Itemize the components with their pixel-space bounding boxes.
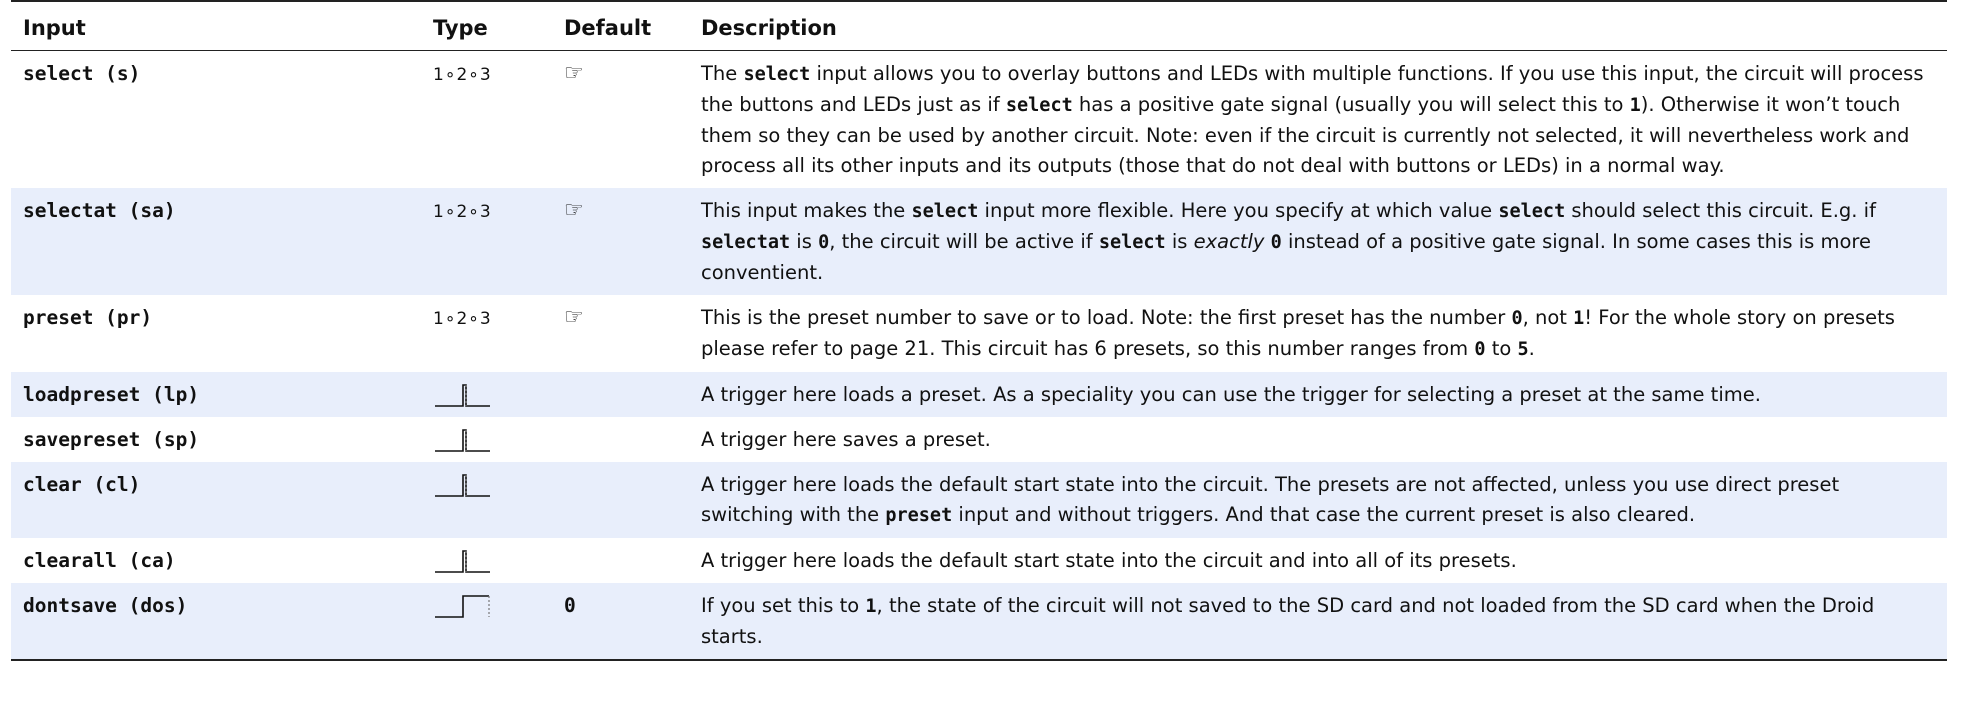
type-cell: [421, 583, 552, 661]
table-row: select (s) 1∘2∘3 ☞ The select input allows …: [11, 51, 1947, 189]
table-row: clearall (ca) A trigger here loads the de…: [11, 538, 1947, 583]
table-body: select (s) 1∘2∘3 ☞ The select input allows …: [11, 51, 1947, 661]
header-type: Type: [421, 0, 552, 51]
inline-code: selectat: [701, 232, 791, 253]
type-cell: 1∘2∘3: [421, 295, 552, 372]
input-name: savepreset (sp): [23, 428, 200, 451]
trigger-icon: [435, 474, 490, 497]
description-text: If you set this to 1, the state of the c…: [689, 583, 1947, 661]
default-cell: 0: [552, 583, 689, 661]
description-text: A trigger here saves a preset.: [701, 428, 991, 451]
input-name: clear (cl): [11, 462, 421, 538]
type-range-label: 1∘2∘3: [433, 202, 492, 222]
input-name: clearall (ca): [23, 549, 176, 572]
header-default: Default: [552, 0, 689, 51]
inline-code: select: [1498, 201, 1566, 222]
default-cell: ☞: [552, 51, 689, 189]
type-cell: [421, 538, 552, 583]
description-text: A trigger here loads a preset. As a spec…: [689, 372, 1947, 417]
default-cell: [552, 417, 689, 462]
type-cell: [421, 372, 552, 417]
pointing-hand-icon: ☞: [564, 61, 584, 86]
trigger-icon: [435, 429, 490, 452]
default-cell: [552, 462, 689, 538]
description-text: This input makes the select input more f…: [689, 188, 1947, 295]
type-range-label: 1∘2∘3: [433, 65, 492, 85]
inline-code: 1: [1573, 308, 1585, 329]
table-row: loadpreset (lp) A trigger here loads a pr…: [11, 372, 1947, 417]
default-value: 0: [564, 594, 576, 617]
description-text: A trigger here loads the default start s…: [701, 549, 1517, 572]
inline-code: select: [911, 201, 979, 222]
inline-code: 1: [865, 596, 877, 617]
table-header: Input Type Default Description: [11, 0, 1947, 51]
inline-code: 0: [1474, 339, 1486, 360]
trigger-icon: [435, 384, 490, 407]
parameter-table: Input Type Default Description select (s…: [11, 0, 1947, 661]
input-name: loadpreset (lp): [11, 372, 421, 417]
description-text: The select input allows you to overlay b…: [701, 62, 1924, 177]
inline-code: 0: [1511, 308, 1523, 329]
header-input: Input: [11, 0, 421, 51]
type-cell: [421, 462, 552, 538]
input-name: preset (pr): [23, 306, 153, 329]
input-name: selectat (sa): [11, 188, 421, 295]
pointing-hand-icon: ☞: [564, 198, 584, 223]
inline-code: 0: [1270, 232, 1282, 253]
default-cell: [552, 538, 689, 583]
default-cell: [552, 372, 689, 417]
table-row: dontsave (dos) 0 If you set this to 1, the…: [11, 583, 1947, 661]
trigger-icon: [435, 550, 490, 573]
type-range-label: 1∘2∘3: [433, 309, 492, 329]
type-cell: 1∘2∘3: [421, 188, 552, 295]
inline-code: 1: [1629, 95, 1641, 116]
type-cell: 1∘2∘3: [421, 51, 552, 189]
inline-code: select: [1098, 232, 1166, 253]
input-name: select (s): [23, 62, 141, 85]
table-row: preset (pr) 1∘2∘3 ☞ This is the preset numb…: [11, 295, 1947, 372]
table-row: savepreset (sp) A trigger here saves a pr…: [11, 417, 1947, 462]
inline-code: preset: [885, 505, 953, 526]
table-row: clear (cl) A trigger here loads the defau…: [11, 462, 1947, 538]
pointing-hand-icon: ☞: [564, 305, 584, 330]
inline-code: select: [1005, 95, 1073, 116]
type-cell: [421, 417, 552, 462]
emphasis: exactly: [1193, 230, 1265, 253]
header-description: Description: [689, 0, 1947, 51]
table-row: selectat (sa) 1∘2∘3 ☞ This input makes the …: [11, 188, 1947, 295]
description-text: This is the preset number to save or to …: [701, 306, 1895, 360]
inline-code: 0: [818, 232, 830, 253]
gate-icon: [435, 595, 490, 618]
default-cell: ☞: [552, 295, 689, 372]
inline-code: 5: [1517, 339, 1529, 360]
inline-code: select: [743, 64, 811, 85]
description-text: A trigger here loads the default start s…: [689, 462, 1947, 538]
default-cell: ☞: [552, 188, 689, 295]
input-name: dontsave (dos): [11, 583, 421, 661]
